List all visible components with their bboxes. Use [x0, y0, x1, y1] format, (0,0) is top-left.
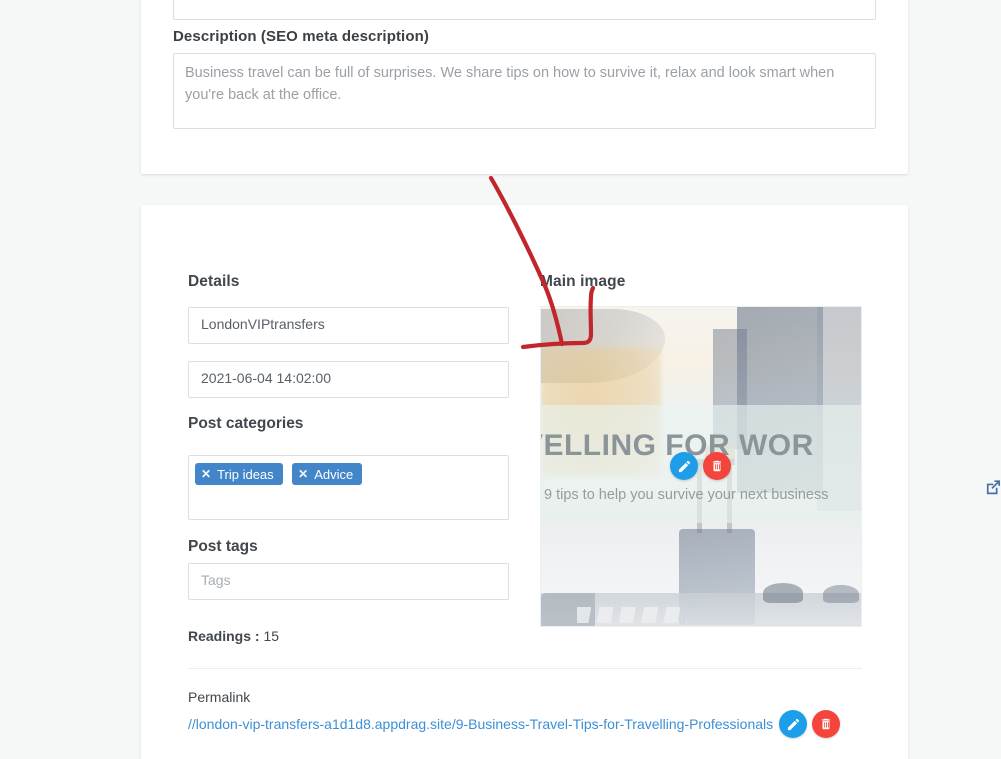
trash-icon	[821, 718, 831, 730]
post-tags-label: Post tags	[188, 538, 258, 555]
photo-shape	[577, 607, 687, 623]
delete-main-image-button[interactable]	[703, 452, 731, 480]
edit-main-image-button[interactable]	[670, 452, 698, 480]
category-chip-label: Trip ideas	[217, 466, 274, 482]
main-image-title: Main image	[540, 273, 626, 290]
photo-overlay-headline: AVELLING FOR WOR	[541, 429, 814, 462]
external-link-icon[interactable]	[984, 478, 1001, 496]
publish-datetime-input[interactable]: 2021-06-04 14:02:00	[188, 361, 509, 398]
permalink-url-link[interactable]: //london-vip-transfers-a1d1d8.appdrag.si…	[188, 716, 773, 732]
trash-icon	[712, 460, 722, 472]
seo-description-label: Description (SEO meta description)	[173, 28, 429, 45]
close-x-icon[interactable]: ✕	[298, 468, 308, 480]
photo-overlay-band	[541, 405, 861, 523]
seo-title-input[interactable]	[173, 0, 876, 20]
delete-permalink-button[interactable]	[812, 710, 840, 738]
section-divider	[188, 668, 862, 669]
readings-value: 15	[263, 628, 280, 644]
photo-overlay-subtext: are 9 tips to help you survive your next…	[540, 487, 829, 503]
post-tags-input[interactable]: Tags	[188, 563, 509, 600]
seo-settings-card: Description (SEO meta description) Busin…	[141, 0, 908, 174]
close-x-icon[interactable]: ✕	[201, 468, 211, 480]
main-image-preview[interactable]: AVELLING FOR WOR are 9 tips to help you …	[540, 306, 862, 627]
details-section-title: Details	[188, 273, 240, 290]
seo-description-textarea[interactable]: Business travel can be full of surprises…	[173, 53, 876, 129]
pencil-icon	[678, 460, 690, 472]
readings-label: Readings :	[188, 628, 260, 644]
page-root: Description (SEO meta description) Busin…	[0, 0, 1001, 759]
category-chip[interactable]: ✕ Advice	[292, 463, 363, 485]
post-details-card: Details LondonVIPtransfers 2021-06-04 14…	[141, 205, 1001, 759]
edit-permalink-button[interactable]	[779, 710, 807, 738]
post-categories-field[interactable]: ✕ Trip ideas ✕ Advice	[188, 455, 509, 520]
category-chip-label: Advice	[314, 466, 354, 482]
category-chip[interactable]: ✕ Trip ideas	[195, 463, 283, 485]
pencil-icon	[787, 718, 799, 730]
permalink-label: Permalink	[188, 689, 251, 705]
photo-shape	[763, 583, 803, 603]
site-name-input[interactable]: LondonVIPtransfers	[188, 307, 509, 344]
photo-shape	[823, 585, 859, 603]
readings-count: Readings : 15	[188, 628, 279, 644]
post-categories-label: Post categories	[188, 415, 304, 432]
